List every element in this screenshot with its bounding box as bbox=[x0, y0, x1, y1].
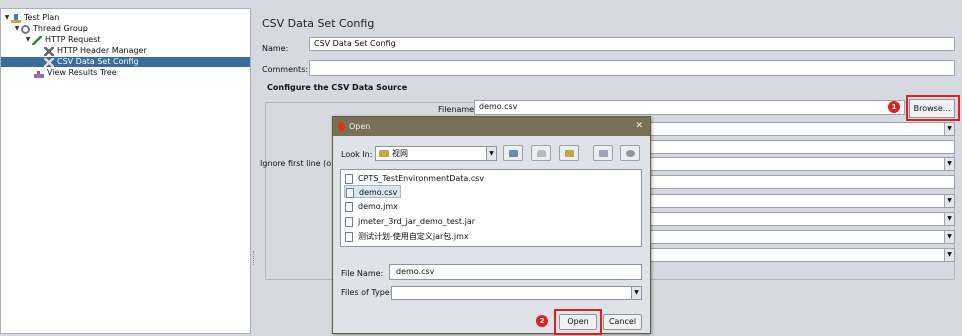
file-item[interactable]: 测试计划-使用自定义jar包.jmx bbox=[344, 230, 469, 243]
cancel-button[interactable]: Cancel bbox=[603, 314, 642, 330]
jmeter-window: ▼ Test Plan ▼ Thread Group ▼ HTTP Reques… bbox=[0, 0, 962, 336]
dropdown-arrow-icon[interactable]: ▼ bbox=[944, 158, 954, 170]
tree-node-http-request[interactable]: ▼ HTTP Request bbox=[24, 35, 101, 45]
dialog-title: Open bbox=[349, 122, 371, 131]
home-button[interactable] bbox=[531, 145, 551, 161]
tree-node-csv-data-set-config[interactable]: CSV Data Set Config bbox=[44, 57, 139, 67]
dropdown-arrow-icon[interactable]: ▼ bbox=[486, 147, 496, 160]
list-view-button[interactable] bbox=[593, 145, 613, 161]
divider-grip-icon[interactable] bbox=[253, 251, 255, 265]
tree-node-test-plan[interactable]: ▼ Test Plan bbox=[3, 13, 59, 23]
look-in-combo[interactable]: 视网 ▼ bbox=[375, 146, 497, 161]
filename-label: Filename: bbox=[438, 105, 477, 114]
close-icon[interactable]: ✕ bbox=[635, 117, 643, 136]
config-element-icon bbox=[44, 46, 54, 56]
tree-label: HTTP Request bbox=[45, 35, 101, 44]
panel-title: CSV Data Set Config bbox=[262, 17, 375, 30]
tree-label: CSV Data Set Config bbox=[57, 57, 139, 66]
recycle-on-eof-combo[interactable]: ▼ bbox=[648, 212, 955, 226]
details-view-icon bbox=[626, 150, 635, 157]
list-view-icon bbox=[599, 150, 608, 157]
highlight-box-browse bbox=[906, 95, 960, 121]
file-icon bbox=[345, 217, 353, 227]
tree-node-http-header-manager[interactable]: HTTP Header Manager bbox=[44, 46, 147, 56]
config-element-icon bbox=[44, 57, 54, 67]
up-folder-icon bbox=[509, 150, 518, 157]
file-item[interactable]: demo.jmx bbox=[344, 200, 398, 213]
file-name: jmeter_3rd_jar_demo_test.jar bbox=[358, 217, 476, 226]
file-icon bbox=[345, 202, 353, 212]
tree-node-view-results-tree[interactable]: View Results Tree bbox=[34, 68, 117, 78]
file-item[interactable]: CPTS_TestEnvironmentData.csv bbox=[344, 172, 484, 185]
file-name-field[interactable]: demo.csv bbox=[389, 264, 642, 280]
sampler-icon bbox=[32, 35, 42, 45]
dropdown-arrow-icon[interactable]: ▼ bbox=[944, 123, 954, 135]
dropdown-arrow-icon[interactable]: ▼ bbox=[944, 231, 954, 243]
file-name: 测试计划-使用自定义jar包.jmx bbox=[358, 232, 469, 241]
ignore-first-line-label: Ignore first line (o bbox=[260, 159, 332, 168]
details-view-button[interactable] bbox=[620, 145, 640, 161]
file-name: demo.csv bbox=[359, 188, 398, 197]
file-name: demo.jmx bbox=[358, 202, 398, 211]
group-title: Configure the CSV Data Source bbox=[267, 83, 408, 92]
expand-arrow-icon[interactable]: ▼ bbox=[3, 13, 11, 23]
up-one-level-button[interactable] bbox=[503, 145, 523, 161]
file-list[interactable]: CPTS_TestEnvironmentData.csv demo.csv de… bbox=[340, 169, 642, 247]
file-icon bbox=[346, 188, 354, 198]
expand-arrow-icon[interactable]: ▼ bbox=[24, 35, 32, 45]
file-icon bbox=[345, 174, 353, 184]
java-icon bbox=[338, 122, 345, 131]
file-icon bbox=[345, 232, 353, 242]
stop-thread-on-eof-combo[interactable]: ▼ bbox=[648, 230, 955, 244]
dialog-title-bar[interactable]: Open ✕ bbox=[333, 117, 650, 136]
comments-field[interactable] bbox=[309, 60, 955, 76]
tree-label: Test Plan bbox=[24, 13, 60, 22]
home-icon bbox=[537, 150, 546, 157]
files-of-type-label: Files of Type: bbox=[341, 288, 393, 297]
test-plan-tree[interactable]: ▼ Test Plan ▼ Thread Group ▼ HTTP Reques… bbox=[0, 8, 251, 334]
tree-node-thread-group[interactable]: ▼ Thread Group bbox=[13, 24, 88, 34]
tree-label: HTTP Header Manager bbox=[57, 46, 147, 55]
variable-names-field[interactable] bbox=[648, 140, 955, 154]
allow-quoted-data-combo[interactable]: ▼ bbox=[648, 194, 955, 208]
dropdown-arrow-icon[interactable]: ▼ bbox=[944, 249, 954, 261]
dropdown-arrow-icon[interactable]: ▼ bbox=[631, 287, 641, 299]
look-in-value: 视网 bbox=[392, 149, 408, 158]
new-folder-button[interactable] bbox=[559, 145, 579, 161]
thread-group-icon bbox=[21, 24, 30, 34]
listener-icon bbox=[34, 68, 44, 78]
highlight-box-open bbox=[554, 309, 602, 335]
delimiter-field[interactable] bbox=[648, 175, 955, 189]
file-name-label: File Name: bbox=[341, 269, 384, 278]
folder-icon bbox=[379, 150, 389, 157]
files-of-type-combo[interactable]: ▼ bbox=[391, 286, 642, 300]
filename-field[interactable]: demo.csv bbox=[474, 100, 905, 115]
tree-label: View Results Tree bbox=[47, 68, 117, 77]
new-folder-icon bbox=[565, 150, 574, 157]
step-badge-1: 1 bbox=[888, 101, 900, 113]
name-label: Name: bbox=[262, 44, 289, 53]
name-field[interactable]: CSV Data Set Config bbox=[309, 37, 955, 51]
sharing-mode-combo[interactable]: ▼ bbox=[648, 248, 955, 262]
comments-label: Comments: bbox=[262, 65, 309, 74]
look-in-label: Look In: bbox=[341, 150, 373, 159]
tree-label: Thread Group bbox=[33, 24, 88, 33]
dropdown-arrow-icon[interactable]: ▼ bbox=[944, 195, 954, 207]
open-file-dialog: Open ✕ Look In: 视网 ▼ CPTS_TestEnvironmen… bbox=[332, 116, 651, 335]
file-encoding-combo[interactable]: ▼ bbox=[648, 122, 955, 136]
test-plan-icon bbox=[11, 13, 21, 23]
file-item[interactable]: jmeter_3rd_jar_demo_test.jar bbox=[344, 215, 475, 228]
expand-arrow-icon[interactable]: ▼ bbox=[13, 24, 21, 34]
file-name: CPTS_TestEnvironmentData.csv bbox=[358, 174, 485, 183]
file-item-selected[interactable]: demo.csv bbox=[344, 185, 402, 198]
step-badge-2: 2 bbox=[536, 315, 548, 327]
ignore-first-line-combo[interactable]: ▼ bbox=[648, 157, 955, 171]
dropdown-arrow-icon[interactable]: ▼ bbox=[944, 213, 954, 225]
